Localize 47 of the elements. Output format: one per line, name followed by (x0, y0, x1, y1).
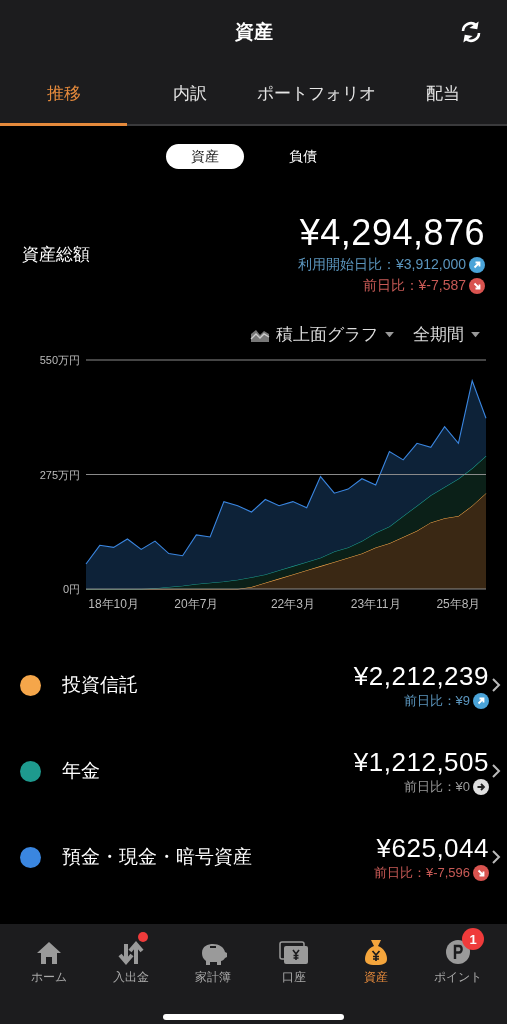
nav-tab[interactable]: 口座 (253, 932, 336, 986)
asset-row[interactable]: 年金 ¥1,212,505 前日比：¥0 (0, 728, 507, 814)
chart-type-dropdown[interactable]: 積上面グラフ (250, 323, 395, 346)
tab[interactable]: ポートフォリオ (253, 64, 379, 126)
chevron-icon (491, 763, 501, 779)
chevron-icon (491, 849, 501, 865)
asset-row[interactable]: 預金・現金・暗号資産 ¥625,044 前日比：¥-7,596 (0, 814, 507, 900)
x-axis-label: 22年3月 (270, 597, 315, 611)
y-axis-label: 0円 (62, 583, 80, 595)
change-text: 利用開始日比：¥3,912,000 (297, 256, 466, 274)
caret-icon (470, 331, 481, 338)
asset-name: 年金 (62, 759, 101, 783)
refresh-icon[interactable] (459, 19, 483, 45)
up-down-arrows-icon (116, 940, 145, 966)
caret-icon (384, 331, 395, 338)
asset-amount: ¥1,212,505 (353, 746, 489, 778)
tab[interactable]: 配当 (379, 64, 507, 126)
x-axis-label: 20年7月 (174, 597, 219, 611)
asset-amount: ¥2,212,239 (353, 660, 489, 692)
notification-badge: 1 (462, 928, 485, 950)
nav-tab[interactable]: ホーム (8, 932, 90, 986)
y-axis-label: 550万円 (39, 354, 80, 366)
change-text: 前日比：¥9 (403, 691, 470, 710)
bank-card-icon (279, 940, 310, 966)
change-text: 前日比：¥0 (403, 777, 470, 796)
change-text: 前日比：¥-7,587 (362, 277, 466, 295)
nav-tab[interactable]: 入出金 (89, 932, 172, 986)
tab[interactable]: 推移 (0, 64, 127, 126)
segment-toggle[interactable]: 資産 (165, 144, 244, 169)
change-text: 前日比：¥-7,596 (373, 863, 470, 882)
total-label: 資産総額 (22, 243, 90, 266)
tab[interactable]: 内訳 (127, 64, 253, 126)
total-amount: ¥4,294,876 (299, 213, 485, 253)
asset-row[interactable]: 投資信託 ¥2,212,239 前日比：¥9 (0, 642, 507, 728)
y-axis-label: 275万円 (39, 468, 80, 481)
x-axis-label: 18年10月 (88, 597, 139, 611)
period-dropdown[interactable]: 全期間 (413, 323, 481, 346)
asset-name: 預金・現金・暗号資産 (62, 845, 253, 869)
nav-tab[interactable]: 資産 (335, 932, 418, 986)
asset-name: 投資信託 (62, 673, 139, 697)
segment-toggle[interactable]: 負債 (263, 144, 342, 169)
x-axis-label: 25年8月 (436, 597, 481, 611)
page-title: 資産 (234, 20, 273, 44)
chevron-icon (491, 677, 501, 693)
x-axis-label: 23年11月 (350, 597, 401, 611)
nav-tab[interactable]: 家計簿 (171, 932, 254, 986)
asset-amount: ¥625,044 (376, 832, 489, 864)
